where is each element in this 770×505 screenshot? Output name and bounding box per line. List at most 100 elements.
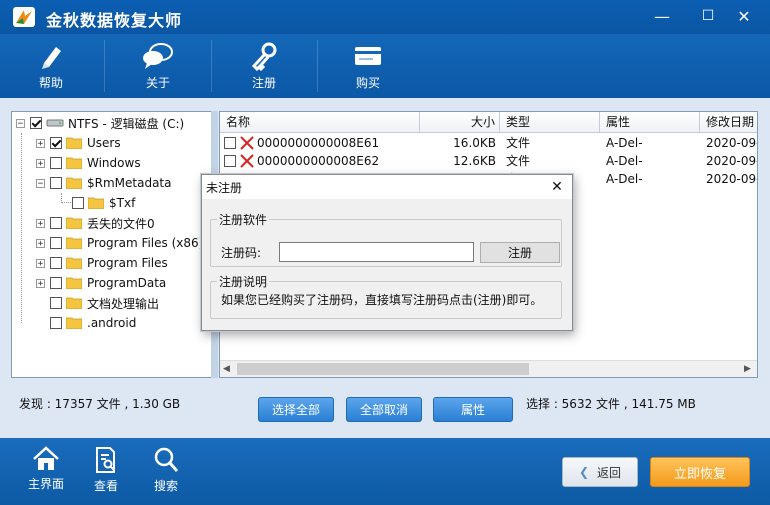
tree-item-program-files-x86[interactable]: + Program Files (x86): [36, 234, 203, 252]
row-name: 0000000000008E62: [257, 154, 380, 168]
toolbar-divider: [317, 40, 318, 92]
drive-icon: [46, 119, 64, 127]
tree-root-checkbox[interactable]: [30, 117, 42, 129]
tree-item-rmmetadata[interactable]: − $RmMetadata: [36, 174, 172, 192]
expand-icon[interactable]: +: [36, 138, 45, 148]
tree-item-lost-files[interactable]: + 丢失的文件0: [36, 214, 155, 232]
tree-item-checkbox[interactable]: [50, 237, 62, 249]
folder-icon: [66, 277, 82, 289]
tree-item-txf[interactable]: $Txf: [72, 194, 135, 212]
row-date: 2020-09-: [706, 154, 757, 168]
toolbar-register[interactable]: 注册: [226, 34, 302, 98]
tree-item-label: Program Files (x86): [87, 236, 204, 250]
pen-icon: [42, 47, 61, 69]
expand-icon[interactable]: +: [36, 278, 45, 288]
deselect-all-button[interactable]: 全部取消: [346, 397, 422, 422]
close-button[interactable]: ✕: [730, 4, 758, 28]
row-date: 2020-09-: [706, 172, 757, 186]
tree-item-program-files[interactable]: + Program Files: [36, 254, 168, 272]
tree-item-checkbox[interactable]: [50, 297, 62, 309]
toolbar-buy-label: 购买: [355, 76, 380, 90]
expand-icon[interactable]: +: [36, 238, 45, 248]
info-group: 注册说明 如果您已经购买了注册码，直接填写注册码点击(注册)即可。: [210, 273, 562, 319]
tree-item-label: 丢失的文件0: [87, 216, 155, 231]
nav-home[interactable]: 主界面: [16, 446, 76, 502]
recover-now-button[interactable]: 立即恢复: [650, 457, 750, 487]
collapse-icon[interactable]: −: [36, 178, 45, 188]
nav-search[interactable]: 搜索: [136, 446, 196, 502]
folder-icon: [66, 297, 82, 309]
card-icon: [355, 47, 381, 65]
home-icon: [33, 446, 59, 470]
tree-item-checkbox[interactable]: [50, 317, 62, 329]
toolbar: 帮助 关于 注册 购买: [0, 34, 770, 98]
expand-icon[interactable]: +: [36, 218, 45, 228]
select-all-button[interactable]: 选择全部: [258, 397, 334, 422]
tree-item-programdata[interactable]: + ProgramData: [36, 274, 166, 292]
column-header-name[interactable]: 名称: [220, 112, 420, 132]
row-checkbox[interactable]: [224, 137, 236, 149]
column-header-date[interactable]: 修改日期: [700, 112, 757, 132]
expand-icon[interactable]: +: [36, 158, 45, 168]
tree-item-checkbox[interactable]: [50, 257, 62, 269]
tree-item-checkbox[interactable]: [50, 177, 62, 189]
toolbar-divider: [104, 40, 105, 92]
expand-icon[interactable]: +: [36, 258, 45, 268]
nav-view[interactable]: 查看: [76, 446, 136, 502]
tree-item-checkbox[interactable]: [72, 197, 84, 209]
folder-icon: [88, 197, 104, 209]
document-view-icon: [96, 447, 115, 473]
toolbar-buy[interactable]: 购买: [330, 34, 406, 98]
tree-item-checkbox[interactable]: [50, 217, 62, 229]
maximize-button[interactable]: ☐: [694, 4, 722, 28]
back-button[interactable]: ❮ 返回: [562, 457, 638, 487]
tree-item-label: $RmMetadata: [87, 176, 172, 190]
folder-icon: [66, 157, 82, 169]
table-row[interactable]: 0000000000008E61 16.0KB 文件 A-Del- 2020-0…: [220, 134, 757, 152]
tree-item-checkbox[interactable]: [50, 137, 62, 149]
tree-item-checkbox[interactable]: [50, 277, 62, 289]
minimize-button[interactable]: —: [648, 4, 676, 28]
row-size: 16.0KB: [453, 136, 496, 150]
info-group-label: 注册说明: [217, 273, 270, 290]
unregistered-dialog: 未注册 ✕ 注册软件 注册码: 注册 注册说明 如果您已经购买了注册码，直接填写…: [201, 174, 573, 331]
row-attr: A-Del-: [606, 154, 643, 168]
key-icon: [251, 42, 277, 71]
tree-item-users[interactable]: + Users: [36, 134, 121, 152]
registration-code-input[interactable]: [279, 242, 474, 262]
toolbar-about-label: 关于: [145, 76, 170, 90]
column-header-attr[interactable]: 属性: [600, 112, 700, 132]
info-text: 如果您已经购买了注册码，直接填写注册码点击(注册)即可。: [221, 293, 543, 307]
scroll-right-icon[interactable]: ▶: [744, 364, 751, 374]
tree-item-label: ProgramData: [87, 276, 167, 290]
collapse-icon[interactable]: −: [16, 118, 25, 128]
dialog-title-bar: 未注册 ✕: [202, 175, 572, 199]
toolbar-divider: [211, 40, 212, 92]
code-label: 注册码:: [221, 246, 262, 260]
app-logo-icon: [13, 7, 35, 27]
properties-button[interactable]: 属性: [433, 397, 513, 422]
nav-search-label: 搜索: [153, 479, 178, 493]
folder-tree[interactable]: − NTFS - 逻辑磁盘 (C:) + Users + Windows − $…: [11, 111, 212, 378]
row-checkbox[interactable]: [224, 155, 236, 167]
register-button[interactable]: 注册: [480, 242, 560, 263]
scrollbar-thumb[interactable]: [237, 363, 529, 375]
dialog-close-button[interactable]: ✕: [546, 177, 568, 197]
tree-item-windows[interactable]: + Windows: [36, 154, 141, 172]
chat-bubbles-icon: [143, 43, 173, 69]
selected-status: 选择 : 5632 文件 , 141.75 MB: [526, 397, 696, 411]
scroll-left-icon[interactable]: ◀: [223, 364, 230, 374]
column-header-size[interactable]: 大小: [420, 112, 500, 132]
tree-item-android[interactable]: .android: [50, 314, 136, 332]
column-header-type[interactable]: 类型: [500, 112, 600, 132]
horizontal-scrollbar[interactable]: ◀ ▶: [220, 360, 757, 377]
tree-root[interactable]: − NTFS - 逻辑磁盘 (C:): [16, 114, 184, 132]
tree-connector: [21, 133, 22, 323]
tree-item-doc-output[interactable]: 文档处理输出: [50, 294, 159, 312]
tree-item-label: $Txf: [109, 196, 136, 210]
toolbar-about[interactable]: 关于: [120, 34, 196, 98]
table-row[interactable]: 0000000000008E62 12.6KB 文件 A-Del- 2020-0…: [220, 152, 757, 170]
toolbar-help[interactable]: 帮助: [13, 34, 89, 98]
tree-item-checkbox[interactable]: [50, 157, 62, 169]
search-icon: [154, 447, 179, 472]
